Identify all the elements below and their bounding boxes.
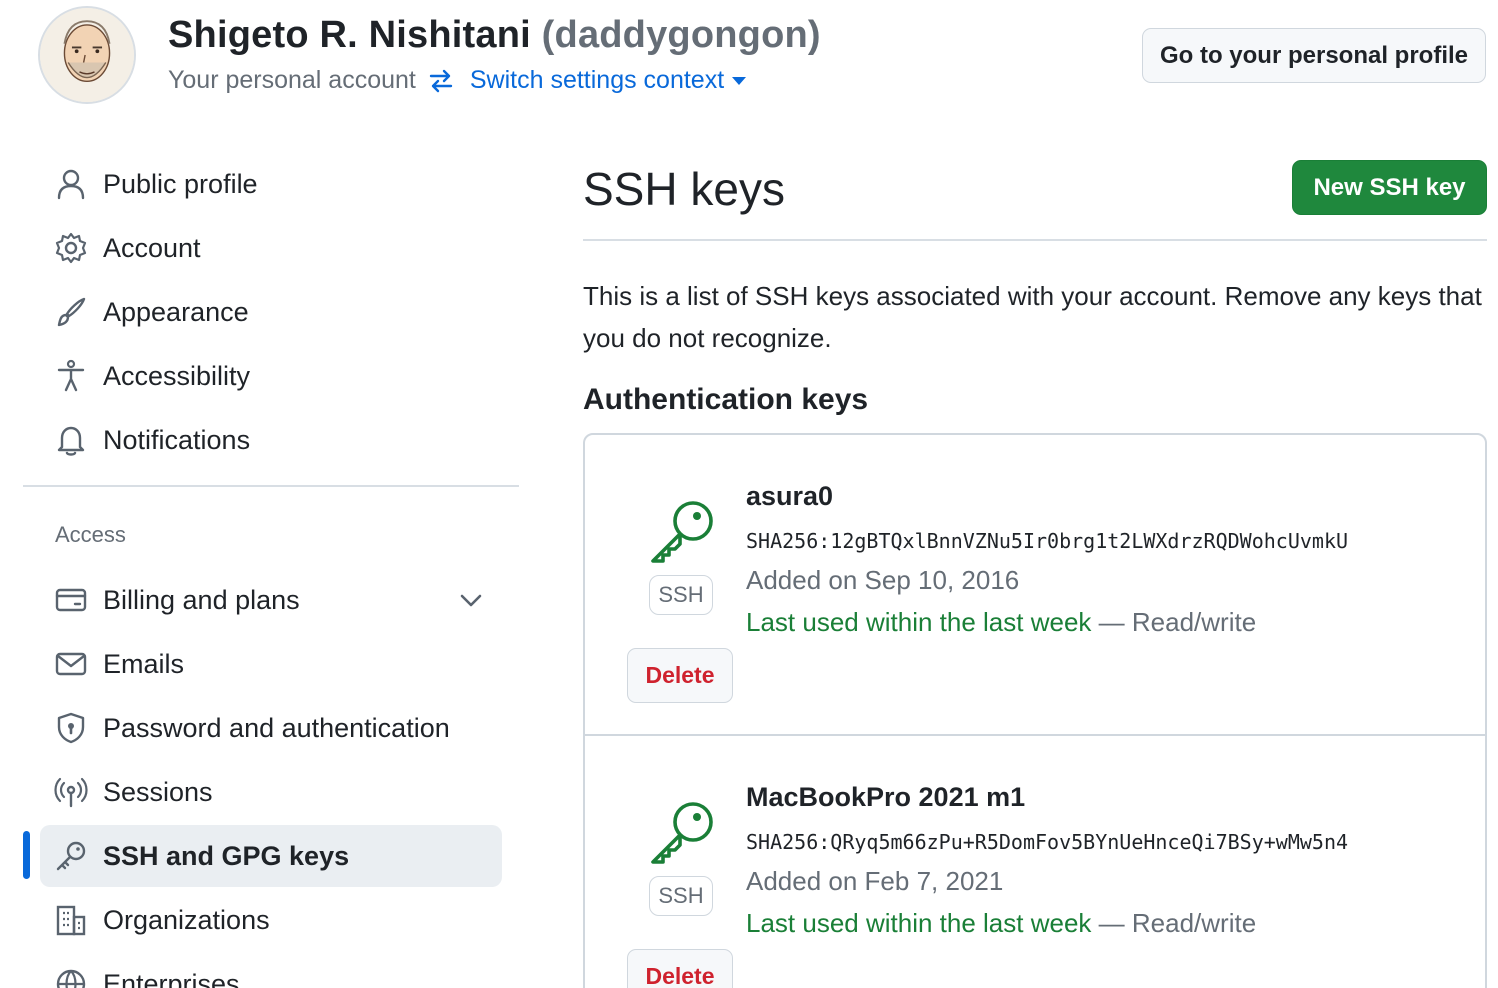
key-access-level: — Read/write xyxy=(1098,607,1257,637)
ssh-badge: SSH xyxy=(649,575,713,615)
intro-text: This is a list of SSH keys associated wi… xyxy=(583,281,1482,353)
new-ssh-key-button[interactable]: New SSH key xyxy=(1292,160,1487,215)
sidebar-item-label: Account xyxy=(103,233,201,263)
key-last-used-text: Last used within the last week xyxy=(746,607,1092,637)
sidebar-item-label: Password and authentication xyxy=(103,713,450,743)
sidebar-item-label: Notifications xyxy=(103,425,251,455)
sidebar-item-label: Enterprises xyxy=(103,969,240,988)
accessibility-icon xyxy=(54,359,88,393)
broadcast-icon xyxy=(54,775,88,809)
person-icon xyxy=(54,167,88,201)
settings-page: Shigeto R. Nishitani (daddygongon) Your … xyxy=(0,0,1498,988)
sidebar-item-appearance[interactable]: Appearance xyxy=(40,281,502,343)
sidebar-section-heading: Access xyxy=(55,522,126,547)
sidebar-item-account[interactable]: Account xyxy=(40,217,502,279)
sidebar-item-sessions[interactable]: Sessions xyxy=(40,761,502,823)
ssh-keys-list: SSH Delete asura0 SHA256:12gBTQxlBnnVZNu… xyxy=(583,433,1487,988)
delete-key-button[interactable]: Delete xyxy=(627,949,733,988)
key-fingerprint: SHA256:12gBTQxlBnnVZNu5Ir0brg1t2LWXdrzRQ… xyxy=(746,529,1349,553)
sidebar-item-emails[interactable]: Emails xyxy=(40,633,502,695)
list-item: SSH Delete MacBookPro 2021 m1 SHA256:QRy… xyxy=(585,734,1485,988)
chevron-down-icon[interactable] xyxy=(458,587,484,613)
sidebar-item-password-auth[interactable]: Password and authentication xyxy=(40,697,502,759)
bell-icon xyxy=(54,423,88,457)
globe-icon xyxy=(54,967,88,988)
sidebar-item-notifications[interactable]: Notifications xyxy=(40,409,502,471)
key-icon xyxy=(647,497,717,567)
paintbrush-icon xyxy=(54,295,88,329)
sidebar-item-public-profile[interactable]: Public profile xyxy=(40,153,502,215)
sidebar-item-label: Emails xyxy=(103,649,185,679)
account-context: Your personal account Switch settings co… xyxy=(168,66,747,95)
sidebar-item-label: Public profile xyxy=(103,169,258,199)
section-title: Authentication keys xyxy=(583,383,869,416)
sidebar-item-label: Accessibility xyxy=(103,361,251,391)
sidebar-item-ssh-gpg-keys[interactable]: SSH and GPG keys xyxy=(40,825,502,887)
organization-icon xyxy=(54,903,88,937)
switch-settings-context-link[interactable]: Switch settings context xyxy=(469,66,747,95)
user-login: (daddygongon) xyxy=(541,14,821,56)
page-title: SSH keys xyxy=(583,163,785,215)
key-icon xyxy=(54,839,88,873)
key-access-level: — Read/write xyxy=(1098,908,1257,938)
sidebar-item-label: Billing and plans xyxy=(103,585,300,615)
key-last-used-text: Last used within the last week xyxy=(746,908,1092,938)
key-last-used: Last used within the last week — Read/wr… xyxy=(746,607,1256,638)
sidebar-divider xyxy=(23,485,519,487)
user-display-name: Shigeto R. Nishitani (daddygongon) xyxy=(168,14,821,57)
go-to-profile-button[interactable]: Go to your personal profile xyxy=(1142,28,1486,83)
credit-card-icon xyxy=(54,583,88,617)
sidebar-item-label: Appearance xyxy=(103,297,249,327)
sidebar-item-accessibility[interactable]: Accessibility xyxy=(40,345,502,407)
sidebar-item-label: Organizations xyxy=(103,905,270,935)
active-indicator xyxy=(23,831,30,879)
account-type-label: Your personal account xyxy=(168,66,416,94)
avatar[interactable] xyxy=(38,6,136,104)
mail-icon xyxy=(54,647,88,681)
sidebar-item-label: Sessions xyxy=(103,777,213,807)
list-item: SSH Delete asura0 SHA256:12gBTQxlBnnVZNu… xyxy=(585,435,1485,736)
caret-down-icon xyxy=(732,76,747,85)
sidebar-item-billing[interactable]: Billing and plans xyxy=(40,569,502,631)
title-divider xyxy=(583,239,1487,241)
key-added-date: Added on Sep 10, 2016 xyxy=(746,565,1020,595)
delete-key-button[interactable]: Delete xyxy=(627,648,733,703)
arrow-switch-icon[interactable] xyxy=(428,68,454,94)
shield-lock-icon xyxy=(54,711,88,745)
switch-settings-label: Switch settings context xyxy=(469,66,725,94)
key-last-used: Last used within the last week — Read/wr… xyxy=(746,908,1256,939)
key-title: asura0 xyxy=(746,481,834,511)
key-fingerprint: SHA256:QRyq5m66zPu+R5DomFov5BYnUeHnceQi7… xyxy=(746,830,1349,854)
user-full-name: Shigeto R. Nishitani xyxy=(168,14,531,56)
key-title: MacBookPro 2021 m1 xyxy=(746,782,1026,812)
sidebar-item-organizations[interactable]: Organizations xyxy=(40,889,502,951)
ssh-badge: SSH xyxy=(649,876,713,916)
key-added-date: Added on Feb 7, 2021 xyxy=(746,866,1004,896)
sidebar-item-label: SSH and GPG keys xyxy=(103,841,350,871)
gear-icon xyxy=(54,231,88,265)
sidebar-item-enterprises[interactable]: Enterprises xyxy=(40,953,502,988)
key-icon xyxy=(647,798,717,868)
